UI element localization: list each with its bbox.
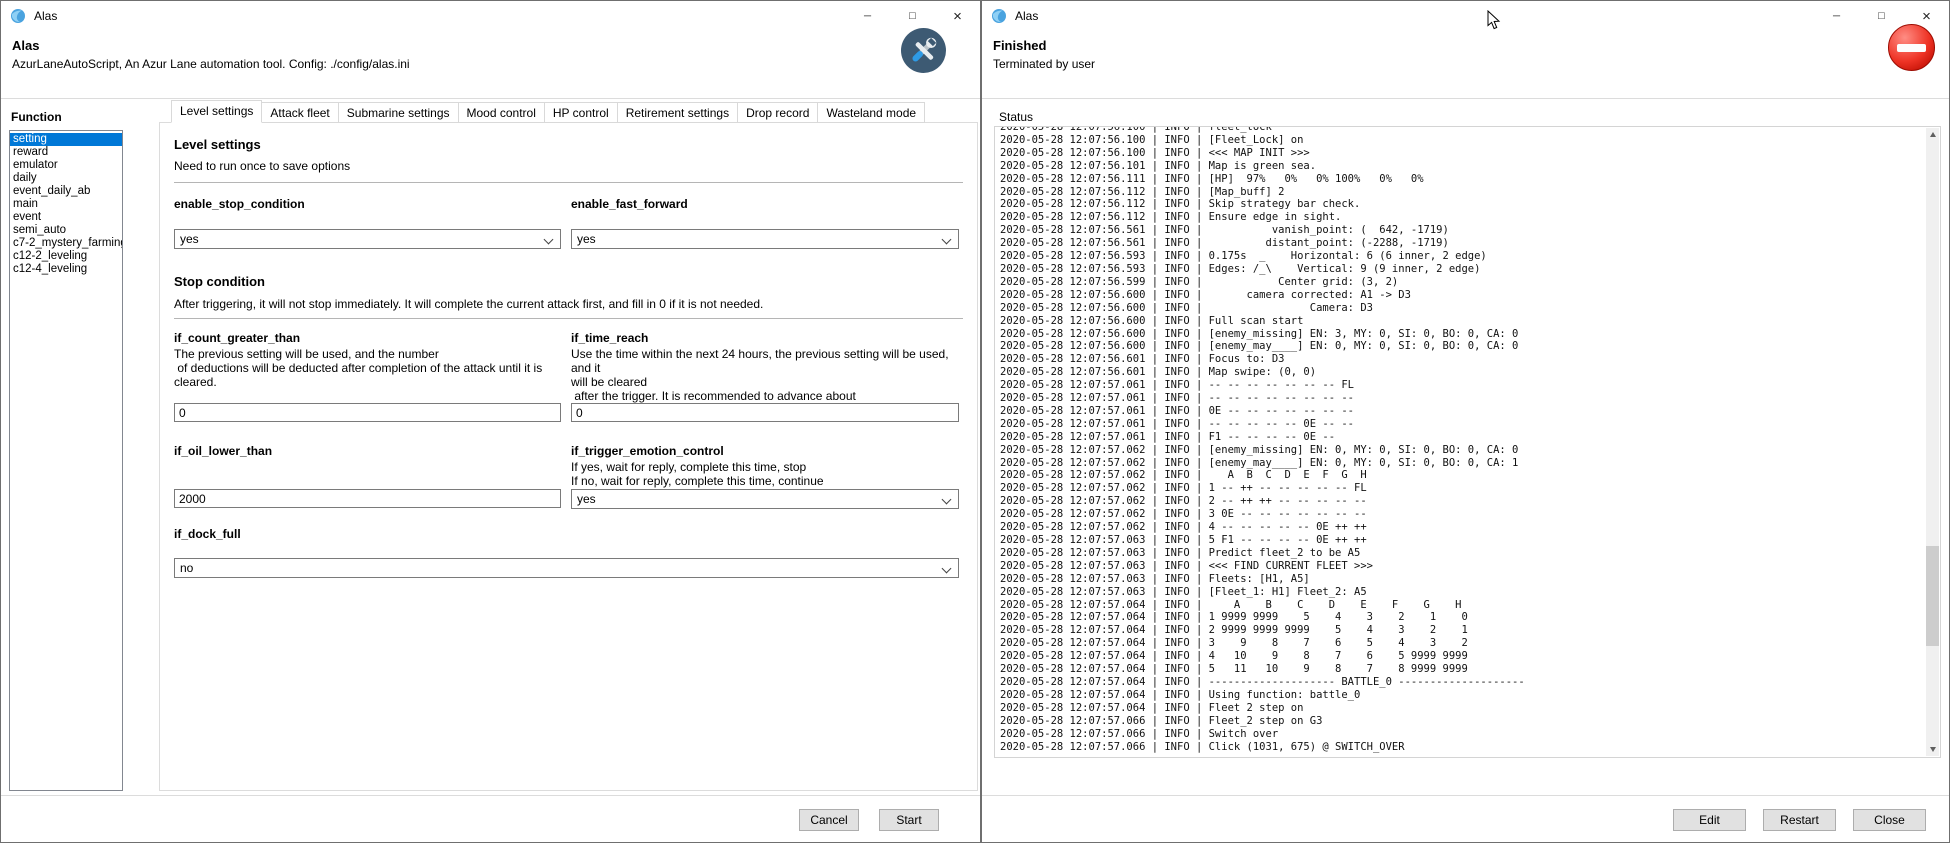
enable-fast-forward-value: yes <box>577 232 596 246</box>
tools-icon <box>901 28 946 73</box>
chevron-down-icon <box>942 495 952 505</box>
function-item-daily[interactable]: daily <box>10 172 122 185</box>
chevron-down-icon <box>942 564 952 574</box>
settings-tabbar: Level settings Attack fleet Submarine se… <box>171 100 924 123</box>
screen: Alas ─ □ × Alas AzurLaneAutoScript, An A… <box>0 0 1950 843</box>
window-controls: ─ □ × <box>1814 1 1949 31</box>
if-oil-lower-than-input[interactable] <box>174 489 561 508</box>
window-title: Alas <box>34 9 57 23</box>
if-dock-full-label: if_dock_full <box>174 527 241 541</box>
enable-stop-condition-select[interactable]: yes <box>174 229 561 249</box>
function-item-reward[interactable]: reward <box>10 146 122 159</box>
enable-fast-forward-label: enable_fast_forward <box>571 197 688 211</box>
tab-drop-record[interactable]: Drop record <box>737 102 818 123</box>
function-item-emulator[interactable]: emulator <box>10 159 122 172</box>
tab-attack-fleet[interactable]: Attack fleet <box>261 102 338 123</box>
if-count-greater-than-label: if_count_greater_than <box>174 331 300 345</box>
tab-level-settings[interactable]: Level settings <box>171 100 262 123</box>
header-divider <box>1 98 980 99</box>
close-icon[interactable]: × <box>935 1 980 31</box>
scroll-up-icon[interactable] <box>1926 128 1939 141</box>
tab-wasteland-mode[interactable]: Wasteland mode <box>817 102 925 123</box>
tab-content-panel <box>159 122 978 791</box>
footer-divider <box>1 795 980 796</box>
maximize-icon[interactable]: □ <box>890 1 935 31</box>
tab-mood-control[interactable]: Mood control <box>458 102 545 123</box>
tab-hp-control[interactable]: HP control <box>544 102 618 123</box>
footer-divider <box>982 795 1949 796</box>
mouse-cursor-icon <box>1487 10 1501 30</box>
tab-submarine-settings[interactable]: Submarine settings <box>338 102 459 123</box>
close-button[interactable]: Close <box>1853 809 1926 831</box>
if-oil-lower-than-label: if_oil_lower_than <box>174 444 272 458</box>
function-item-semi-auto[interactable]: semi_auto <box>10 224 122 237</box>
function-item-c12-2-leveling[interactable]: c12-2_leveling <box>10 250 122 263</box>
if-dock-full-select[interactable]: no <box>174 558 959 578</box>
if-trigger-emotion-control-label: if_trigger_emotion_control <box>571 444 724 458</box>
if-trigger-emotion-control-desc: If yes, wait for reply, complete this ti… <box>571 460 966 488</box>
minimize-icon[interactable]: ─ <box>1814 1 1859 31</box>
no-entry-icon <box>1888 24 1935 71</box>
cancel-button[interactable]: Cancel <box>799 809 859 831</box>
page-title: Alas <box>12 38 39 53</box>
alas-log-window: Alas ─ □ × Finished Terminated by user S… <box>981 0 1950 843</box>
titlebar: Alas ─ □ × <box>982 1 1949 31</box>
restart-button[interactable]: Restart <box>1763 809 1836 831</box>
enable-fast-forward-select[interactable]: yes <box>571 229 959 249</box>
function-item-event-daily-ab[interactable]: event_daily_ab <box>10 185 122 198</box>
window-title: Alas <box>1015 9 1038 23</box>
section-title: Level settings <box>174 137 261 152</box>
function-item-event[interactable]: event <box>10 211 122 224</box>
chevron-down-icon <box>544 235 554 245</box>
status-log-panel: 2020-05-28 12:07:56.100 | INFO | fleet_l… <box>994 126 1941 758</box>
enable-stop-condition-value: yes <box>180 232 199 246</box>
titlebar: Alas ─ □ × <box>1 1 980 31</box>
header-divider <box>982 98 1949 99</box>
minimize-icon[interactable]: ─ <box>845 1 890 31</box>
maximize-icon[interactable]: □ <box>1859 1 1904 31</box>
function-panel-label: Function <box>11 110 62 124</box>
function-item-c12-4-leveling[interactable]: c12-4_leveling <box>10 263 122 276</box>
if-dock-full-value: no <box>180 561 193 575</box>
function-listbox: setting reward emulator daily event_dail… <box>9 130 123 791</box>
alas-config-window: Alas ─ □ × Alas AzurLaneAutoScript, An A… <box>0 0 981 843</box>
enable-stop-condition-label: enable_stop_condition <box>174 197 305 211</box>
stop-condition-title: Stop condition <box>174 274 265 289</box>
scroll-down-icon[interactable] <box>1926 743 1939 756</box>
window-controls: ─ □ × <box>845 1 980 31</box>
app-logo-icon <box>991 8 1007 24</box>
page-subtitle: AzurLaneAutoScript, An Azur Lane automat… <box>12 57 410 71</box>
log-scrollbar[interactable] <box>1926 128 1939 756</box>
function-item-setting[interactable]: setting <box>10 133 122 146</box>
chevron-down-icon <box>942 235 952 245</box>
status-panel-label: Status <box>999 110 1033 124</box>
if-time-reach-input[interactable] <box>571 403 959 422</box>
if-count-greater-than-desc: The previous setting will be used, and t… <box>174 347 564 389</box>
divider <box>174 318 963 319</box>
edit-button[interactable]: Edit <box>1673 809 1746 831</box>
if-trigger-emotion-control-select[interactable]: yes <box>571 489 959 509</box>
app-logo-icon <box>10 8 26 24</box>
status-subtitle: Terminated by user <box>993 57 1095 71</box>
function-item-c7-2-mystery-farming[interactable]: c7-2_mystery_farming <box>10 237 122 250</box>
log-output: 2020-05-28 12:07:56.100 | INFO | fleet_l… <box>1000 126 1924 753</box>
tab-retirement-settings[interactable]: Retirement settings <box>617 102 738 123</box>
if-trigger-emotion-control-value: yes <box>577 492 596 506</box>
function-item-main[interactable]: main <box>10 198 122 211</box>
status-title: Finished <box>993 38 1046 53</box>
start-button[interactable]: Start <box>879 809 939 831</box>
if-time-reach-label: if_time_reach <box>571 331 648 345</box>
scrollbar-thumb[interactable] <box>1926 546 1939 646</box>
if-count-greater-than-input[interactable] <box>174 403 561 422</box>
section-desc: Need to run once to save options <box>174 159 350 173</box>
divider <box>174 182 963 183</box>
stop-condition-desc: After triggering, it will not stop immed… <box>174 297 954 311</box>
